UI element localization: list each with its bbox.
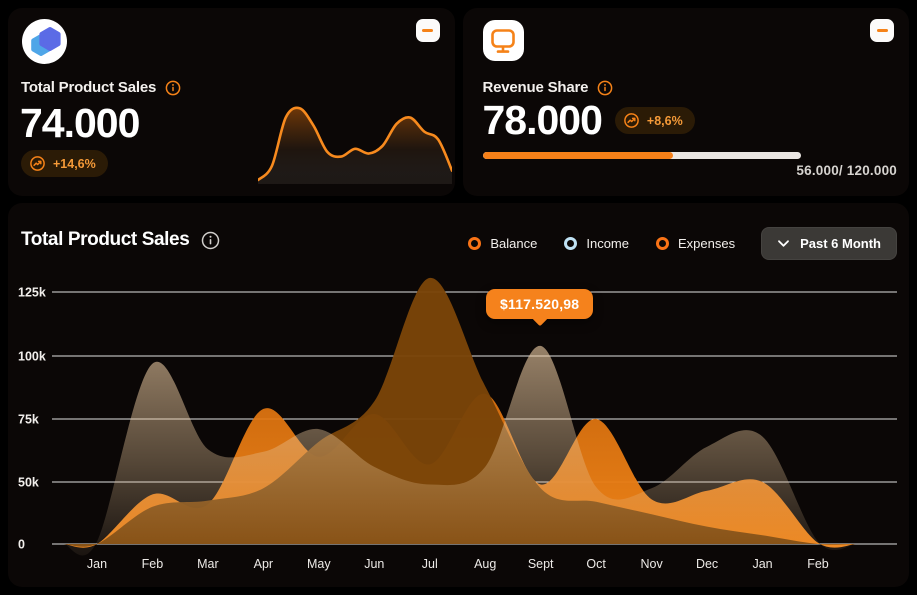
main-chart-svg: 125k 100k 75k 50k 0 Jan Feb Mar Apr May Jun Jul Aug S… — [8, 249, 909, 583]
revenue-badge-text: +8,6% — [647, 114, 683, 128]
x-axis-label: Sept — [528, 557, 554, 571]
info-icon[interactable] — [597, 80, 613, 96]
trend-up-icon — [29, 155, 46, 172]
y-axis-label: 125k — [18, 286, 46, 300]
dashboard-page: Total Product Sales 74.000 +14,6% — [0, 0, 917, 595]
x-axis-label: Dec — [696, 557, 718, 571]
x-axis-label: Jun — [364, 557, 384, 571]
sales-sparkline-chart — [258, 100, 452, 184]
chart-title: Total Product Sales — [21, 229, 189, 251]
chart-tooltip: $117.520,98 — [486, 289, 593, 319]
y-axis-label: 75k — [18, 413, 39, 427]
sales-trend-badge: +14,6% — [21, 150, 108, 177]
sales-card-title: Total Product Sales — [21, 79, 156, 96]
sales-value: 74.000 — [20, 103, 139, 144]
revenue-value: 78.000 — [483, 100, 602, 141]
x-axis-label: Mar — [197, 557, 219, 571]
x-axis-label: Jan — [752, 557, 772, 571]
main-chart-card: Total Product Sales BalanceIncomeExpense… — [8, 203, 909, 587]
x-axis-label: May — [307, 557, 331, 571]
x-axis-label: Aug — [474, 557, 496, 571]
chevron-down-icon — [777, 239, 790, 248]
minus-icon — [877, 29, 888, 32]
y-axis-label: 100k — [18, 350, 46, 364]
x-axis-label: Apr — [254, 557, 273, 571]
total-product-sales-card: Total Product Sales 74.000 +14,6% — [8, 8, 455, 196]
sales-sparkline — [258, 100, 452, 184]
x-axis-label: Jan — [87, 557, 107, 571]
sparkline-area — [258, 108, 452, 184]
sales-badge-text: +14,6% — [53, 157, 96, 171]
app-logo-icon — [26, 23, 64, 61]
monitor-icon — [483, 21, 523, 61]
revenue-progress-fill — [483, 152, 674, 159]
revenue-share-card: Revenue Share 78.000 +8,6% — [463, 8, 910, 196]
revenue-card-title: Revenue Share — [483, 79, 589, 96]
app-logo — [22, 19, 67, 64]
x-axis-label: Feb — [142, 557, 164, 571]
revenue-progress-label: 56.000/ 120.000 — [796, 163, 897, 178]
y-axis-label: 50k — [18, 476, 39, 490]
x-axis-label: Feb — [807, 557, 829, 571]
y-axis-label: 0 — [18, 538, 25, 552]
info-icon[interactable] — [165, 80, 181, 96]
trend-up-icon — [623, 112, 640, 129]
info-icon[interactable] — [201, 231, 220, 250]
collapse-sales-card-button[interactable] — [416, 19, 440, 42]
x-axis-label: Nov — [640, 557, 663, 571]
stats-row: Total Product Sales 74.000 +14,6% — [8, 8, 909, 196]
revenue-progress-bar — [483, 152, 801, 159]
revenue-trend-badge: +8,6% — [615, 107, 695, 134]
x-axis-label: Jul — [422, 557, 438, 571]
minus-icon — [422, 29, 433, 32]
collapse-revenue-card-button[interactable] — [870, 19, 894, 42]
x-axis-label: Oct — [586, 557, 606, 571]
monitor-icon-badge — [483, 20, 524, 61]
